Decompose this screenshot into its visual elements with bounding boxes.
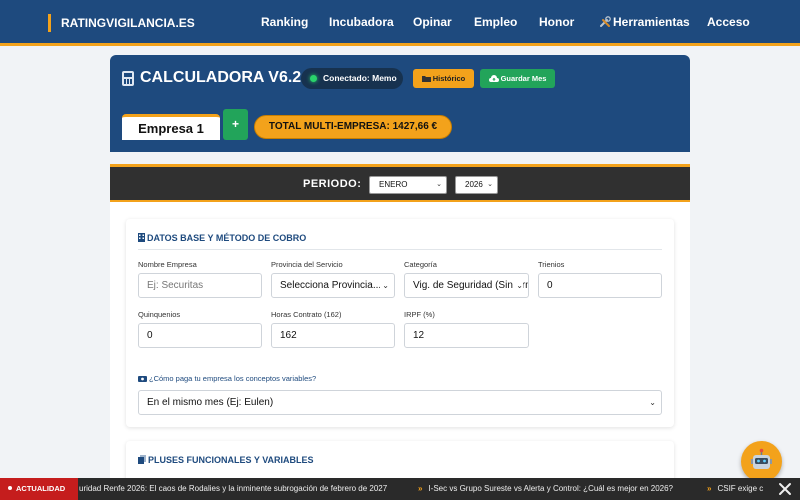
categoria-label: Categoría <box>404 260 437 269</box>
chat-bot-button[interactable] <box>741 441 782 482</box>
site-brand[interactable]: RATINGVIGILANCIA.ES <box>48 14 195 32</box>
ticker-item[interactable]: uridad Renfe 2026: El caos de Rodalies y… <box>79 478 387 500</box>
top-nav: RATINGVIGILANCIA.ES Ranking Incubadora O… <box>0 0 800 46</box>
chevron-right-icon: » <box>707 484 712 493</box>
calculator-icon <box>122 70 134 86</box>
categoria-select-value: Vig. de Seguridad (Sin Arma) <box>413 280 528 291</box>
add-company-button[interactable]: + <box>223 109 248 140</box>
nav-link-herramientas[interactable]: Herramientas <box>599 15 690 29</box>
empresa-input[interactable]: Ej: Securitas <box>138 273 262 298</box>
pluses-title: PLUSES FUNCIONALES Y VARIABLES <box>138 455 314 466</box>
month-select-value: ENERO <box>379 180 408 189</box>
folder-icon <box>421 76 431 82</box>
ticker-item[interactable]: » CSIF exige c <box>707 478 763 500</box>
chevron-down-icon: ⌄ <box>380 274 389 297</box>
chevron-right-icon: » <box>418 484 423 493</box>
pluses-title-text: PLUSES FUNCIONALES Y VARIABLES <box>148 455 314 465</box>
quinquenios-input[interactable]: 0 <box>138 323 262 348</box>
horas-label: Horas Contrato (162) <box>271 310 342 319</box>
datos-base-title-text: DATOS BASE Y MÉTODO DE COBRO <box>147 233 307 243</box>
period-bar: PERIODO: ENERO ⌄ 2026 ⌄ <box>110 167 690 202</box>
section-divider <box>138 249 662 250</box>
save-month-button-label: Guardar Mes <box>500 74 547 83</box>
main-panel: DATOS BASE Y MÉTODO DE COBRO Nombre Empr… <box>110 202 690 500</box>
history-button[interactable]: Histórico <box>413 69 474 88</box>
nav-link-acceso[interactable]: Acceso <box>707 15 750 29</box>
period-label: PERIODO: <box>303 178 362 190</box>
calculator-header: CALCULADORA V6.2 Conectado: Memo Históri… <box>110 55 690 152</box>
nav-link-empleo[interactable]: Empleo <box>474 15 517 29</box>
payment-method-question: ¿Cómo paga tu empresa los conceptos vari… <box>138 374 316 383</box>
cloud-upload-icon <box>488 75 499 82</box>
provincia-select[interactable]: Selecciona Provincia... ⌄ <box>271 273 395 298</box>
trienios-label: Trienios <box>538 260 565 269</box>
ticker-item[interactable]: » I-Sec vs Grupo Sureste vs Alerta y Cont… <box>418 478 673 500</box>
horas-input[interactable]: 162 <box>271 323 395 348</box>
payment-method-select-value: En el mismo mes (Ej: Eulen) <box>147 397 274 408</box>
nav-link-opinar[interactable]: Opinar <box>413 15 452 29</box>
news-badge-text: ACTUALIDAD <box>16 484 66 493</box>
year-select[interactable]: 2026 ⌄ <box>455 176 498 194</box>
connection-status-text: Conectado: Memo <box>323 73 397 83</box>
provincia-label: Provincia del Servicio <box>271 260 343 269</box>
live-dot-icon <box>8 486 12 490</box>
calculator-title-text: CALCULADORA V6.2 <box>140 69 302 86</box>
nav-link-herramientas-label: Herramientas <box>613 15 690 29</box>
datos-base-title: DATOS BASE Y MÉTODO DE COBRO <box>138 233 306 244</box>
nav-link-ranking[interactable]: Ranking <box>261 15 308 29</box>
provincia-select-value: Selecciona Provincia... <box>280 280 382 291</box>
tab-empresa-1[interactable]: Empresa 1 <box>122 114 220 140</box>
ticker-item-text: CSIF exige c <box>717 484 764 493</box>
irpf-label: IRPF (%) <box>404 310 435 319</box>
news-ticker: uridad Renfe 2026: El caos de Rodalies y… <box>0 478 800 500</box>
month-select[interactable]: ENERO ⌄ <box>369 176 447 194</box>
nav-link-honor[interactable]: Honor <box>539 15 574 29</box>
chevron-down-icon: ⌄ <box>647 391 656 414</box>
multi-company-total-badge: TOTAL MULTI-EMPRESA: 1427,66 € <box>254 115 452 139</box>
nav-link-incubadora[interactable]: Incubadora <box>329 15 394 29</box>
quinquenios-label: Quinquenios <box>138 310 181 319</box>
year-select-value: 2026 <box>465 180 483 189</box>
save-month-button[interactable]: Guardar Mes <box>480 69 555 88</box>
connection-status-badge: Conectado: Memo <box>301 68 403 89</box>
close-icon[interactable] <box>778 482 792 496</box>
robot-icon <box>751 448 772 469</box>
history-button-label: Histórico <box>432 74 466 83</box>
chevron-down-icon: ⌄ <box>487 181 493 188</box>
categoria-select[interactable]: Vig. de Seguridad (Sin Arma) ⌄ <box>404 273 529 298</box>
chevron-down-icon: ⌄ <box>436 181 442 188</box>
building-icon <box>138 233 145 242</box>
status-dot-icon <box>310 75 317 82</box>
documents-icon <box>138 455 146 464</box>
empresa-label: Nombre Empresa <box>138 260 197 269</box>
money-icon <box>138 376 147 382</box>
tools-icon <box>600 16 611 27</box>
news-badge: ACTUALIDAD <box>0 478 78 500</box>
ticker-item-text: I-Sec vs Grupo Sureste vs Alerta y Contr… <box>428 484 674 493</box>
trienios-input[interactable]: 0 <box>538 273 662 298</box>
payment-method-question-text: ¿Cómo paga tu empresa los conceptos vari… <box>149 374 317 383</box>
irpf-input[interactable]: 12 <box>404 323 529 348</box>
calculator-title: CALCULADORA V6.2 <box>122 69 301 87</box>
chevron-down-icon: ⌄ <box>514 274 523 297</box>
datos-base-section: DATOS BASE Y MÉTODO DE COBRO Nombre Empr… <box>126 219 674 427</box>
payment-method-select[interactable]: En el mismo mes (Ej: Eulen) ⌄ <box>138 390 662 415</box>
